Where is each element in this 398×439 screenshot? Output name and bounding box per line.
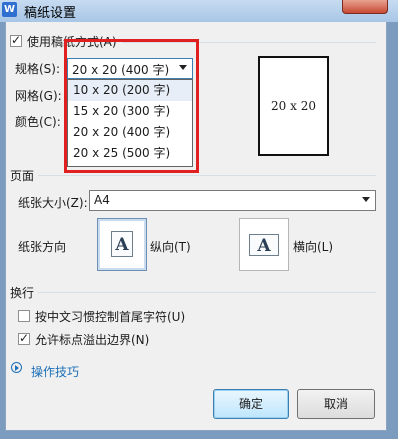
wrap-section-title: 换行 (10, 286, 35, 300)
paper-size-value: A4 (94, 193, 110, 207)
portrait-page-icon: A (111, 231, 133, 257)
preview-text: 20 x 20 (271, 99, 316, 113)
landscape-page-icon: A (249, 234, 279, 256)
use-style-checkbox[interactable] (10, 33, 22, 47)
window-title: 稿纸设置 (24, 6, 77, 21)
page-section-title: 页面 (10, 169, 35, 183)
paper-size-label: 纸张大小(Z): (18, 196, 88, 210)
color-label: 颜色(C): (15, 115, 61, 129)
play-circle-icon[interactable] (11, 362, 22, 373)
punctuation-overflow-label: 允许标点溢出边界(N) (35, 333, 150, 347)
chinese-rules-label: 按中文习惯控制首尾字符(U) (35, 310, 186, 324)
group-divider (38, 292, 376, 293)
landscape-button[interactable]: A (239, 218, 289, 271)
punctuation-overflow-checkbox[interactable] (18, 331, 30, 345)
app-icon: W (2, 2, 17, 17)
paper-size-select[interactable]: A4 (89, 190, 376, 211)
group-divider (38, 175, 376, 176)
orientation-label: 纸张方向 (18, 240, 67, 254)
grid-label: 网格(G): (15, 89, 62, 103)
chevron-down-icon[interactable] (362, 197, 370, 202)
landscape-label: 横向(L) (293, 240, 334, 254)
ok-button[interactable]: 确定 (213, 389, 289, 419)
close-button[interactable] (342, 0, 388, 14)
cancel-button[interactable]: 取消 (297, 389, 375, 419)
annotation-highlight-box (64, 39, 199, 173)
portrait-button[interactable]: A (97, 218, 147, 271)
spec-label: 规格(S): (15, 62, 61, 76)
tips-link[interactable]: 操作技巧 (31, 363, 79, 380)
preview-page: 20 x 20 (258, 56, 329, 156)
portrait-label: 纵向(T) (150, 240, 191, 254)
title-bar: W 稿纸设置 (0, 0, 398, 22)
chinese-rules-checkbox[interactable] (18, 310, 30, 322)
